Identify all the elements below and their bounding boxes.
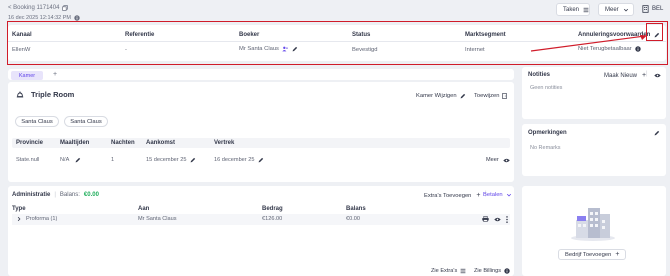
- add-extras-button[interactable]: Extra's Toevoegen +: [424, 192, 481, 199]
- add-company-button[interactable]: Bedrijf Toevoegen +: [558, 249, 627, 260]
- room-card: Triple Room Kamer Wijzigen Toewijzen San…: [8, 82, 514, 182]
- edit-pencil-icon[interactable]: [258, 157, 264, 163]
- more-details-button[interactable]: Meer: [486, 157, 510, 163]
- call-button[interactable]: BEL: [642, 5, 663, 13]
- back-link[interactable]: < Booking 1171404: [8, 5, 69, 11]
- column-header-to: Aan: [138, 206, 150, 212]
- copy-icon[interactable]: [62, 5, 69, 11]
- see-extras-button[interactable]: Zie Extra's: [431, 268, 466, 274]
- assign-button[interactable]: Toewijzen: [474, 93, 508, 99]
- edit-pencil-icon[interactable]: [654, 130, 660, 136]
- nights-value: 1: [111, 157, 115, 163]
- province-value: State.null: [16, 157, 40, 163]
- edit-pencil-icon[interactable]: [190, 157, 196, 163]
- more-button[interactable]: Meer: [598, 3, 634, 16]
- meals-value[interactable]: N/A: [60, 157, 81, 163]
- guest-chip[interactable]: Santa Claus: [64, 116, 108, 127]
- change-room-button[interactable]: Kamer Wijzigen: [416, 93, 466, 99]
- table-row[interactable]: Proforma (1) Mr Santa Claus €126.00 €0.0…: [12, 214, 510, 225]
- plus-icon: +: [615, 251, 620, 258]
- chevron-down-icon: [506, 192, 512, 198]
- column-header-balance: Balans: [346, 206, 366, 212]
- balance-value: €0.00: [83, 192, 99, 198]
- empty-notes-text: Geen notities: [530, 85, 563, 91]
- guest-chip[interactable]: Santa Claus: [15, 116, 59, 127]
- chevron-right-icon[interactable]: [16, 216, 22, 222]
- administration-card: Administratie | Balans: €0.00 Extra's To…: [8, 186, 514, 276]
- column-header-amount: Bedrag: [262, 206, 283, 212]
- annotation-arrow: [530, 35, 647, 52]
- kebab-menu-icon[interactable]: [506, 216, 508, 223]
- add-tab-button[interactable]: +: [53, 71, 57, 78]
- pay-button[interactable]: Betalen: [483, 192, 512, 198]
- building-icon: [642, 5, 649, 13]
- create-note-button[interactable]: Maak Nieuw +: [604, 72, 646, 79]
- list-icon: [583, 7, 589, 13]
- edit-pencil-icon: [460, 93, 466, 99]
- building-illustration: [571, 208, 615, 241]
- chevron-down-icon: [623, 7, 629, 13]
- admin-header: Administratie | Balans: €0.00: [12, 192, 99, 198]
- plus-icon: +: [476, 192, 481, 199]
- room-tabs: Kamer +: [8, 69, 514, 80]
- empty-remarks-text: No Remarks: [530, 145, 561, 151]
- see-billings-button[interactable]: Zie Billings: [474, 268, 510, 274]
- top-bar: < Booking 1171404 16 dec 2025 12:14:32 P…: [0, 0, 670, 22]
- company-card: Bedrijf Toevoegen +: [522, 186, 666, 276]
- list-icon: [460, 268, 466, 274]
- tab-room[interactable]: Kamer: [11, 71, 43, 80]
- departure-value[interactable]: 16 december 25: [214, 157, 264, 163]
- arrival-value[interactable]: 15 december 25: [146, 157, 196, 163]
- remarks-card: Opmerkingen No Remarks: [522, 124, 666, 176]
- eye-icon[interactable]: [654, 73, 661, 78]
- info-icon: [504, 268, 510, 274]
- eye-icon: [503, 158, 510, 163]
- notes-card: Notities Maak Nieuw + | Geen notities: [522, 67, 666, 119]
- room-table-header: Provincie Maaltijden Nachten Aankomst Ve…: [12, 138, 510, 148]
- room-title: Triple Room: [16, 90, 74, 99]
- tasks-button[interactable]: Taken: [556, 3, 590, 16]
- door-icon: [502, 93, 508, 99]
- column-header-type: Type: [12, 206, 26, 212]
- edit-pencil-icon[interactable]: [75, 157, 81, 163]
- divider: |: [646, 71, 648, 77]
- bell-icon: [16, 91, 24, 99]
- print-icon[interactable]: [482, 216, 489, 222]
- eye-icon[interactable]: [494, 217, 501, 222]
